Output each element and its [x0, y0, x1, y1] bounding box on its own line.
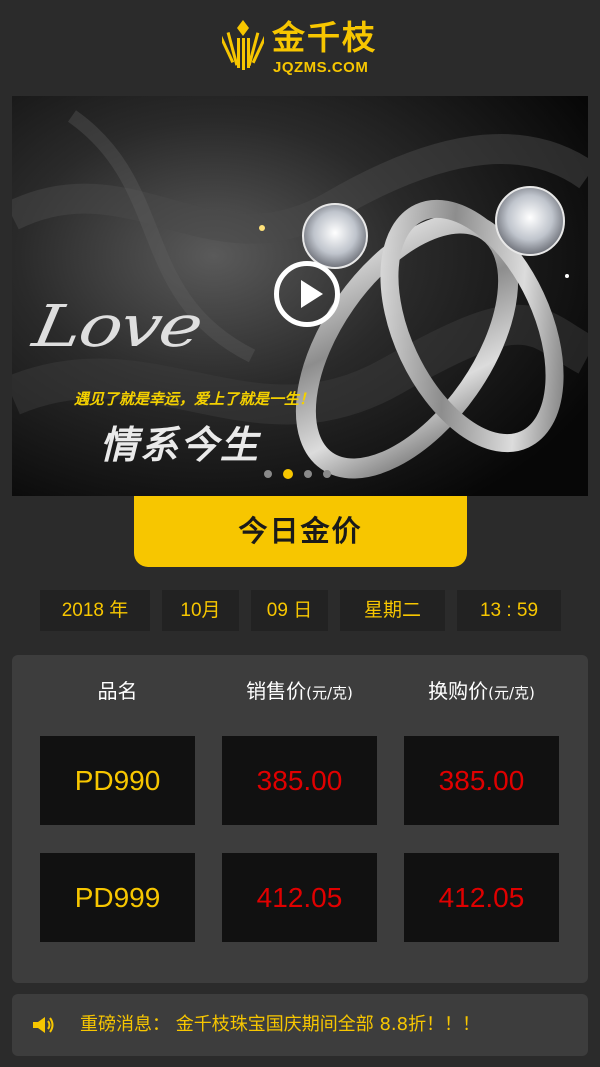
row-2-sell-price: 412.05 — [222, 853, 377, 942]
date-month: 10月 — [162, 590, 239, 631]
header-sell-price-unit: (元/克) — [306, 684, 353, 702]
date-year: 2018 年 — [40, 590, 150, 631]
carousel-dots — [264, 469, 331, 479]
date-weekday: 星期二 — [340, 590, 445, 631]
header-exchange-price-label: 换购价 — [428, 679, 489, 703]
header: 金千枝 JQZMS.COM — [0, 0, 600, 96]
carousel-dot[interactable] — [304, 470, 312, 478]
banner-title: 情系今生 — [100, 423, 261, 467]
carousel-dot-active[interactable] — [283, 469, 293, 479]
header-sell-price-label: 销售价 — [246, 679, 307, 703]
today-gold-price-tab[interactable]: 今日金价 — [134, 496, 467, 567]
speaker-icon — [33, 1017, 54, 1033]
date-day: 09 日 — [251, 590, 328, 631]
row-2-product-name: PD999 — [40, 853, 195, 942]
brand-name: 金千枝 — [272, 18, 377, 57]
banner-carousel[interactable]: Love 遇见了就是幸运，爱上了就是一生！ 情系今生 — [12, 96, 588, 496]
date-time: 13 : 59 — [457, 590, 561, 631]
header-product-name-label: 品名 — [97, 679, 138, 703]
carousel-dot[interactable] — [264, 470, 272, 478]
row-2-exchange-price: 412.05 — [404, 853, 559, 942]
logo[interactable]: 金千枝 JQZMS.COM — [222, 18, 382, 78]
header-sell-price: 销售价(元/克) — [222, 678, 377, 704]
brand-domain: JQZMS.COM — [273, 59, 369, 76]
notice-text: 重磅消息： 金千枝珠宝国庆期间全部 8.8折！！！ — [80, 1014, 481, 1035]
play-icon[interactable] — [274, 261, 340, 327]
header-exchange-price: 换购价(元/克) — [404, 678, 559, 704]
banner-tagline: 遇见了就是幸运，爱上了就是一生！ — [74, 390, 315, 408]
row-1-product-name: PD990 — [40, 736, 195, 825]
header-product-name: 品名 — [40, 678, 195, 704]
row-1-sell-price: 385.00 — [222, 736, 377, 825]
header-exchange-price-unit: (元/克) — [488, 684, 535, 702]
gold-leaf-icon — [222, 20, 264, 70]
love-script: Love — [28, 292, 207, 360]
row-1-exchange-price: 385.00 — [404, 736, 559, 825]
carousel-dot[interactable] — [323, 470, 331, 478]
